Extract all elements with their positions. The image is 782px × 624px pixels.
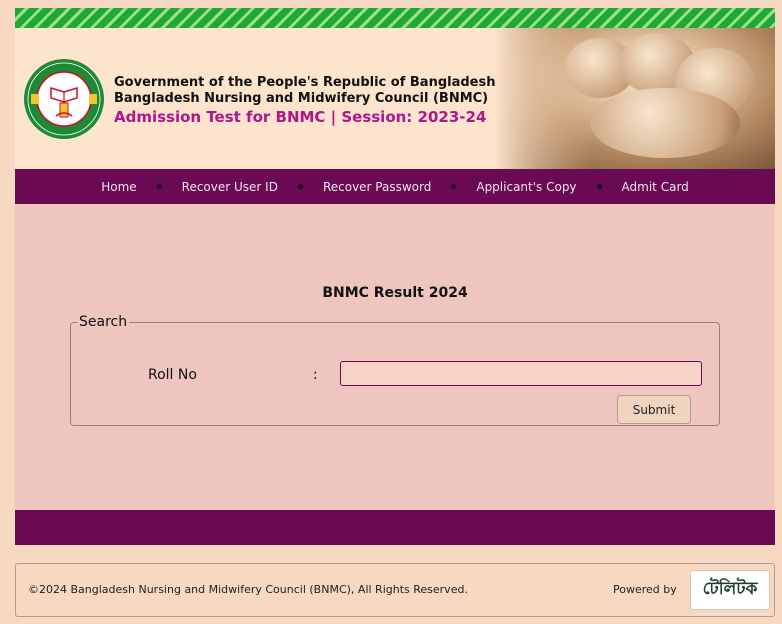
bnmc-seal-icon [24, 59, 104, 139]
header-session-title: Admission Test for BNMC | Session: 2023-… [114, 108, 487, 126]
main-content: BNMC Result 2024 Search Roll No : Submit [15, 204, 775, 510]
roll-no-colon: : [313, 367, 318, 383]
nav-applicants-copy[interactable]: Applicant's Copy [456, 180, 596, 194]
page-frame: Government of the People's Republic of B… [15, 8, 775, 545]
nav-recover-password[interactable]: Recover Password [303, 180, 451, 194]
nav-recover-user-id[interactable]: Recover User ID [162, 180, 298, 194]
header-hands-photo [495, 28, 775, 169]
page-title: BNMC Result 2024 [322, 285, 468, 301]
roll-no-input[interactable] [340, 361, 702, 386]
submit-button[interactable]: Submit [617, 395, 691, 424]
bottom-bar [15, 510, 775, 545]
main-nav: Home Recover User ID Recover Password Ap… [15, 169, 775, 204]
teletalk-logo-icon[interactable]: টেলিটক [690, 570, 770, 610]
header-banner: Government of the People's Republic of B… [15, 28, 775, 169]
header-government-title: Government of the People's Republic of B… [114, 75, 496, 90]
nav-home[interactable]: Home [81, 180, 156, 194]
footer: ©2024 Bangladesh Nursing and Midwifery C… [15, 563, 775, 617]
header-titles: Government of the People's Republic of B… [114, 75, 495, 127]
top-stripe [15, 8, 775, 28]
teletalk-logo-text: টেলিটক [702, 579, 758, 599]
search-fieldset: Search Roll No : Submit [70, 314, 720, 426]
search-legend: Search [79, 314, 128, 330]
copyright-text: ©2024 Bangladesh Nursing and Midwifery C… [28, 583, 468, 596]
powered-by-text: Powered by [613, 583, 677, 596]
nav-admit-card[interactable]: Admit Card [602, 180, 709, 194]
roll-no-label: Roll No [148, 367, 197, 383]
header-council-title: Bangladesh Nursing and Midwifery Council… [114, 91, 489, 106]
